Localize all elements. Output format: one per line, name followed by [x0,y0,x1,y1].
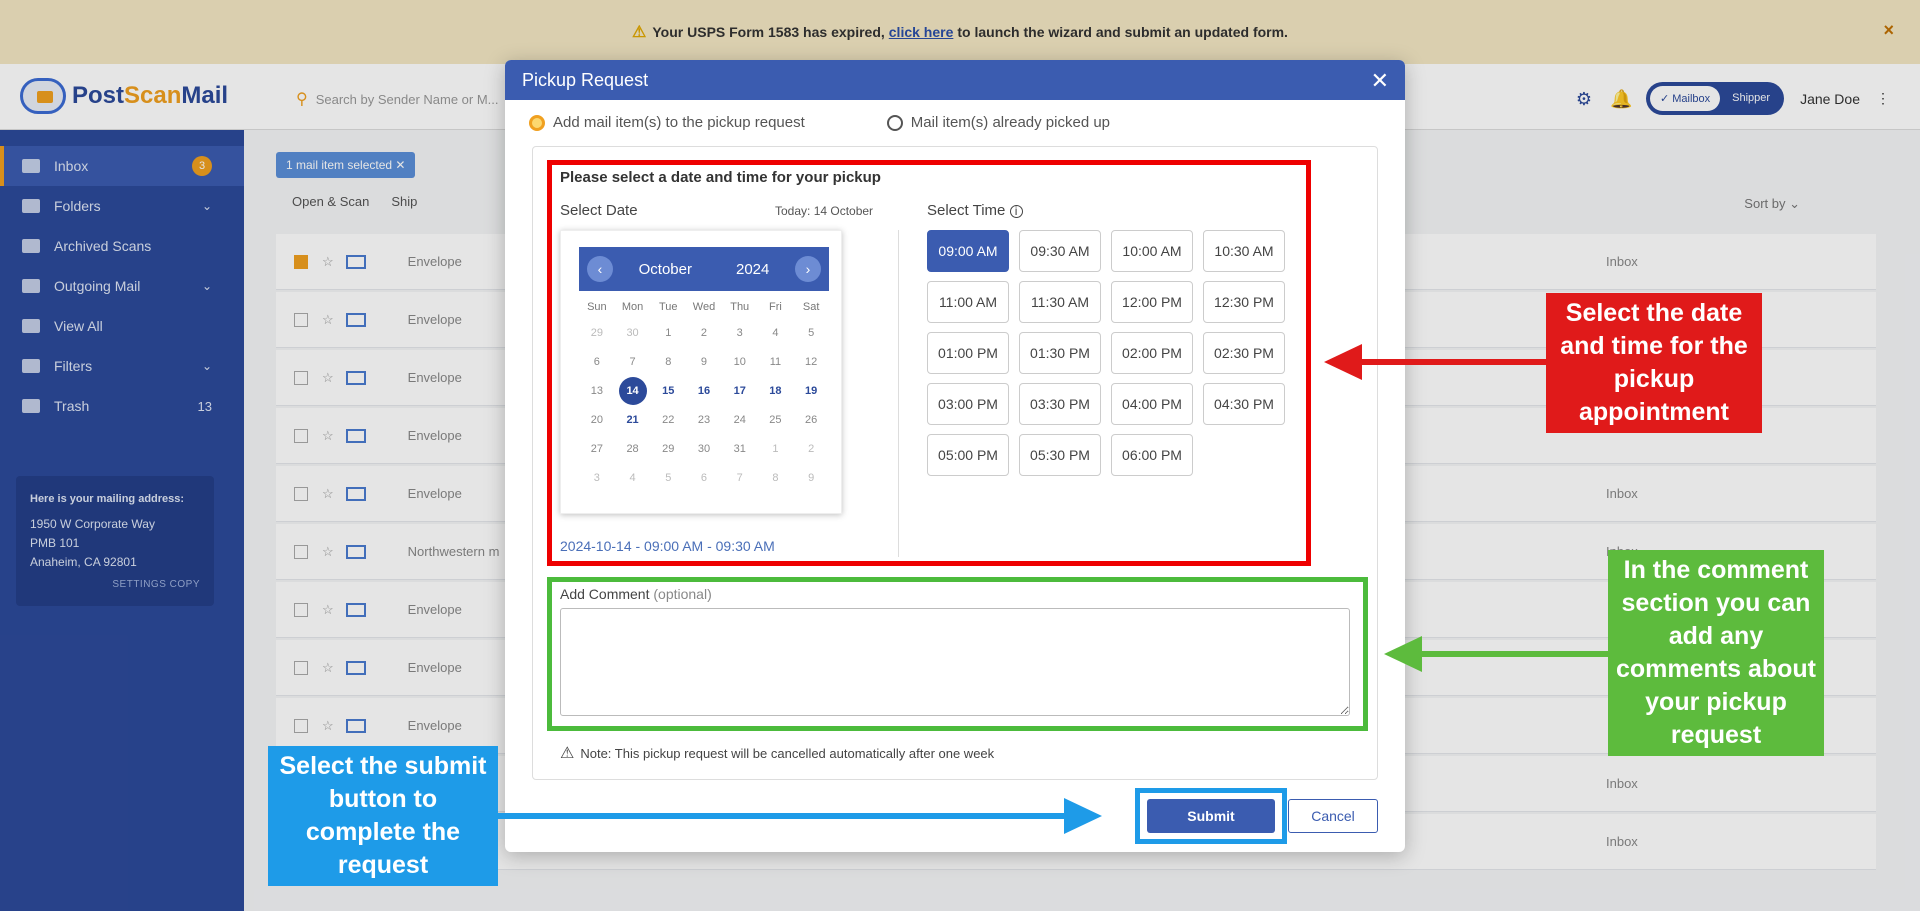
arrow-green [1384,636,1608,672]
callout-arrows [498,344,1608,834]
arrow-blue [498,798,1102,834]
arrow-red [1324,344,1546,380]
